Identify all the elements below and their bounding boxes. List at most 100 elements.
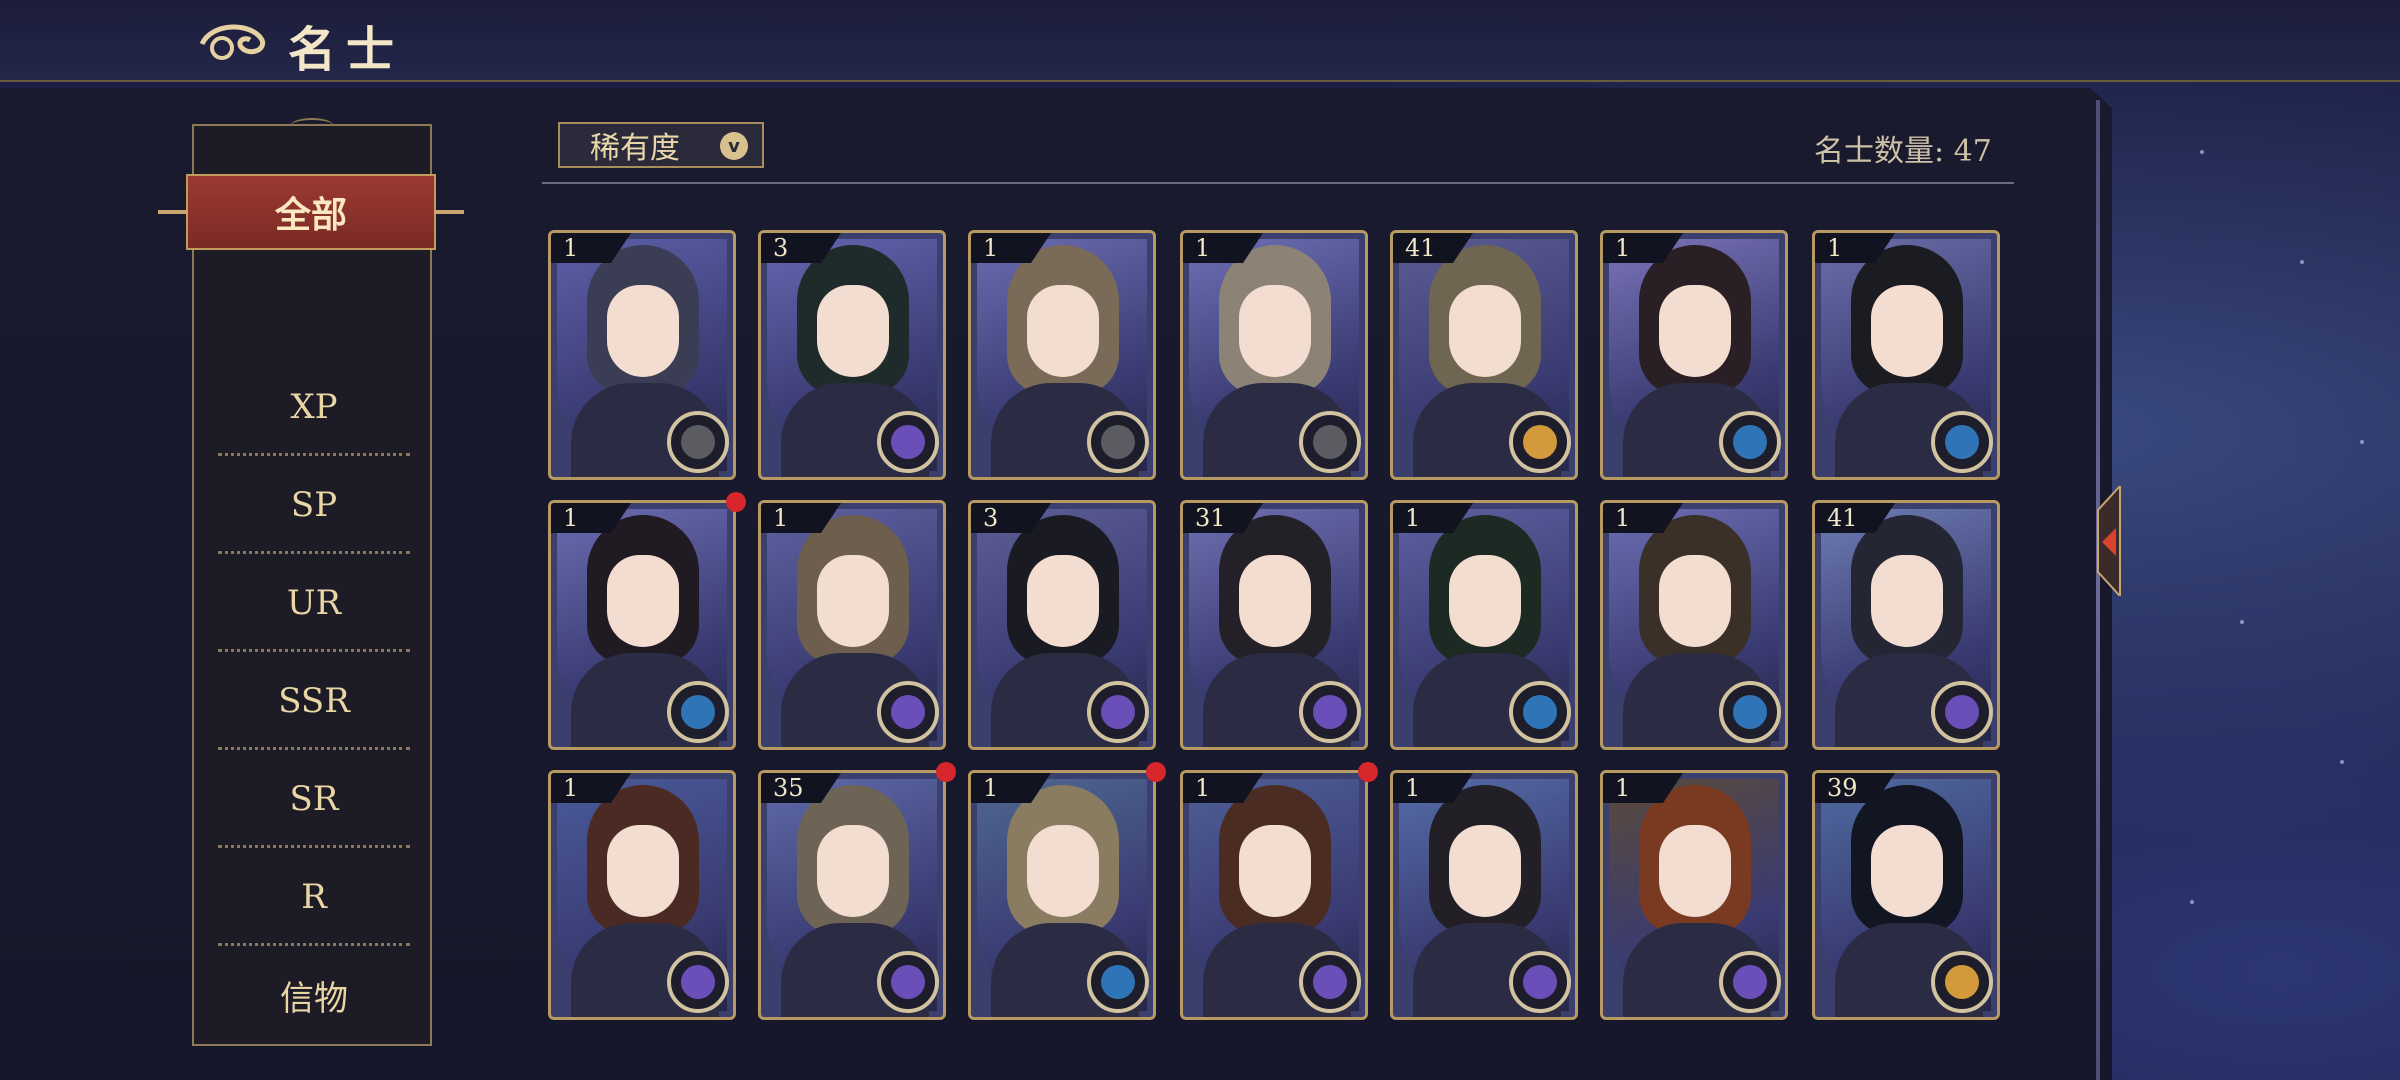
character-card[interactable]: 1 <box>1812 230 2000 480</box>
character-count: 名士数量: 47 <box>1814 134 1992 169</box>
eye-element-icon <box>1931 411 1993 473</box>
sidebar-item-label: SP <box>290 485 338 525</box>
portrait-face <box>607 825 679 917</box>
sidebar-item-all[interactable]: 全部 <box>158 174 464 250</box>
character-card[interactable]: 1 <box>1180 770 1368 1020</box>
element-emblem <box>1733 425 1767 459</box>
element-emblem <box>1523 425 1557 459</box>
sidebar-item-label: UR <box>286 583 342 623</box>
character-card[interactable]: 1 <box>968 770 1156 1020</box>
eye-element-icon <box>1719 681 1781 743</box>
portrait-face <box>1027 825 1099 917</box>
sidebar-item-label: 全部 <box>274 194 347 236</box>
element-emblem <box>1313 965 1347 999</box>
element-emblem <box>1313 695 1347 729</box>
character-card[interactable]: 39 <box>1812 770 2000 1020</box>
element-emblem <box>1101 965 1135 999</box>
moon-element-icon <box>667 951 729 1013</box>
portrait-face <box>817 555 889 647</box>
portrait-face <box>607 285 679 377</box>
portrait-face <box>1871 555 1943 647</box>
element-emblem <box>1313 425 1347 459</box>
sidebar-item-label: SR <box>289 779 339 819</box>
character-card[interactable]: 1 <box>1390 770 1578 1020</box>
sidebar-item-sp[interactable]: SP <box>218 456 410 554</box>
header-bar: 名士 <box>0 0 2400 82</box>
element-emblem <box>1101 695 1135 729</box>
sidebar-item-r[interactable]: R <box>218 848 410 946</box>
sidebar-item-label: SSR <box>278 681 350 721</box>
character-card[interactable]: 1 <box>1180 230 1368 480</box>
portrait-face <box>1871 285 1943 377</box>
character-card[interactable]: 1 <box>758 500 946 750</box>
chevron-down-icon: v <box>720 132 748 160</box>
character-card[interactable]: 3 <box>968 500 1156 750</box>
portrait-face <box>1659 285 1731 377</box>
notification-dot <box>1146 762 1166 782</box>
collapse-arrow-icon[interactable] <box>2080 486 2124 596</box>
rarity-sort-dropdown[interactable]: 稀有度 v <box>558 122 764 168</box>
notification-dot <box>726 492 746 512</box>
portrait-face <box>817 285 889 377</box>
sidebar-item-sr[interactable]: SR <box>218 750 410 848</box>
character-card[interactable]: 3 <box>758 230 946 480</box>
character-card[interactable]: 41 <box>1812 500 2000 750</box>
compass-element-icon <box>1299 411 1361 473</box>
eye-element-icon <box>667 681 729 743</box>
element-emblem <box>1523 965 1557 999</box>
portrait-face <box>1239 555 1311 647</box>
eye-element-icon <box>1719 411 1781 473</box>
element-emblem <box>891 425 925 459</box>
element-emblem <box>891 965 925 999</box>
portrait-face <box>1659 825 1731 917</box>
sidebar-item-ur[interactable]: UR <box>218 554 410 652</box>
element-emblem <box>1733 965 1767 999</box>
moon-element-icon <box>877 411 939 473</box>
portrait-face <box>1449 285 1521 377</box>
notification-dot <box>936 762 956 782</box>
element-emblem <box>681 965 715 999</box>
character-card[interactable]: 1 <box>1600 500 1788 750</box>
element-emblem <box>1101 425 1135 459</box>
portrait-face <box>607 555 679 647</box>
dropdown-label: 稀有度 <box>590 131 680 166</box>
sidebar-item-keepsake[interactable]: 信物 <box>218 946 410 1044</box>
portrait-face <box>1027 285 1099 377</box>
portrait-face <box>1027 555 1099 647</box>
character-card[interactable]: 1 <box>548 770 736 1020</box>
element-emblem <box>1523 695 1557 729</box>
portrait-face <box>1659 555 1731 647</box>
moon-element-icon <box>1931 681 1993 743</box>
sidebar-item-label: XP <box>290 387 338 427</box>
portrait-face <box>1449 555 1521 647</box>
element-emblem <box>681 425 715 459</box>
cloud-swirl-icon <box>199 24 266 60</box>
moon-element-icon <box>1509 951 1571 1013</box>
sidebar-item-ssr[interactable]: SSR <box>218 652 410 750</box>
portrait-face <box>1871 825 1943 917</box>
compass-element-icon <box>1087 411 1149 473</box>
element-emblem <box>1945 425 1979 459</box>
character-card[interactable]: 1 <box>1600 230 1788 480</box>
character-card[interactable]: 1 <box>1390 500 1578 750</box>
character-card[interactable]: 1 <box>548 500 736 750</box>
notification-dot <box>1358 762 1378 782</box>
character-card[interactable]: 41 <box>1390 230 1578 480</box>
moon-element-icon <box>1299 951 1361 1013</box>
character-card[interactable]: 31 <box>1180 500 1368 750</box>
character-card[interactable]: 1 <box>968 230 1156 480</box>
moon-element-icon <box>1299 681 1361 743</box>
divider <box>542 182 2014 184</box>
character-card[interactable]: 35 <box>758 770 946 1020</box>
rarity-sidebar: XP SP UR SSR SR R 信物 <box>192 124 432 1046</box>
sidebar-item-label: 信物 <box>280 978 348 1019</box>
character-card[interactable]: 1 <box>548 230 736 480</box>
element-emblem <box>1733 695 1767 729</box>
element-emblem <box>1945 695 1979 729</box>
sun-element-icon <box>1509 411 1571 473</box>
sidebar-item-xp[interactable]: XP <box>218 358 410 456</box>
character-card[interactable]: 1 <box>1600 770 1788 1020</box>
moon-element-icon <box>1719 951 1781 1013</box>
element-emblem <box>891 695 925 729</box>
element-emblem <box>681 695 715 729</box>
